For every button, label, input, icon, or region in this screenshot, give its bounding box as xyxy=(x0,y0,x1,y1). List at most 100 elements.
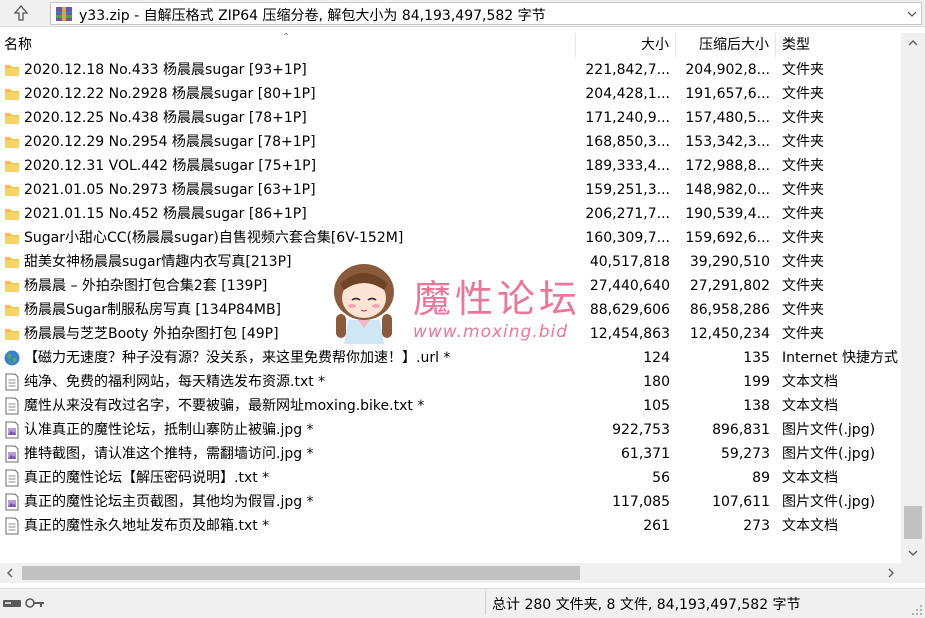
up-folder-button[interactable] xyxy=(4,2,38,24)
folder-icon xyxy=(3,181,21,199)
file-row[interactable]: 2020.12.29 No.2954 杨晨晨sugar [78+1P] 168,8… xyxy=(0,130,900,154)
vertical-scrollbar[interactable] xyxy=(901,33,925,563)
image-file-icon xyxy=(3,445,21,463)
drive-key-icon xyxy=(3,598,44,608)
file-packed-size: 157,480,5... xyxy=(685,110,770,126)
file-type: 文本文档 xyxy=(782,470,838,486)
file-type: 文件夹 xyxy=(782,302,824,318)
file-row[interactable]: Sugar小甜心CC(杨晨晨sugar)自售视频六套合集[6V-152M] 160… xyxy=(0,226,900,250)
file-packed-size: 148,982,0... xyxy=(685,182,770,198)
file-row[interactable]: 魔性从来没有改过名字，不要被骗，最新网址moxing.bike.txt * 105… xyxy=(0,394,900,418)
file-type: 文件夹 xyxy=(782,182,824,198)
column-name-label: 名称 xyxy=(4,37,32,53)
file-row[interactable]: 杨晨晨 – 外拍杂图打包合集2套 [139P] 27,440,640 27,291,… xyxy=(0,274,900,298)
file-size: 180 xyxy=(643,374,670,390)
file-size: 206,271,7... xyxy=(585,206,670,222)
resize-grip-icon[interactable] xyxy=(911,604,923,616)
file-size: 27,440,640 xyxy=(589,278,670,294)
file-row[interactable]: 2021.01.05 No.2973 杨晨晨sugar [63+1P] 159,2… xyxy=(0,178,900,202)
horizontal-scroll-thumb[interactable] xyxy=(22,566,580,580)
image-file-icon xyxy=(3,421,21,439)
horizontal-scrollbar[interactable] xyxy=(0,563,901,583)
scrollbar-corner xyxy=(901,563,925,583)
scroll-up-button[interactable] xyxy=(901,33,925,53)
vertical-scroll-thumb[interactable] xyxy=(904,506,922,539)
file-type: 文本文档 xyxy=(782,374,838,390)
file-row[interactable]: 2020.12.22 No.2928 杨晨晨sugar [80+1P] 204,4… xyxy=(0,82,900,106)
file-packed-size: 273 xyxy=(743,518,770,534)
file-name: 2021.01.05 No.2973 杨晨晨sugar [63+1P] xyxy=(24,182,316,198)
file-type: 图片文件(.jpg) xyxy=(782,446,876,462)
file-name: 2020.12.31 VOL.442 杨晨晨sugar [75+1P] xyxy=(24,158,317,174)
archive-icon xyxy=(56,7,72,21)
file-name: 2020.12.29 No.2954 杨晨晨sugar [78+1P] xyxy=(24,134,316,150)
column-name[interactable]: 名称 ⌃ xyxy=(0,33,576,57)
file-packed-size: 191,657,6... xyxy=(685,86,770,102)
file-packed-size: 159,692,6... xyxy=(685,230,770,246)
text-file-icon xyxy=(3,517,21,535)
file-name: 2020.12.22 No.2928 杨晨晨sugar [80+1P] xyxy=(24,86,316,102)
file-row[interactable]: 认准真正的魔性论坛，抵制山寨防止被骗.jpg * 922,753 896,831 图片… xyxy=(0,418,900,442)
file-row[interactable]: 杨晨晨与芝芝Booty 外拍杂图打包 [49P] 12,454,863 12,450… xyxy=(0,322,900,346)
address-field[interactable]: y33.zip - 自解压格式 ZIP64 压缩分卷, 解包大小为 84,193… xyxy=(50,2,922,25)
file-name: 认准真正的魔性论坛，抵制山寨防止被骗.jpg * xyxy=(24,422,314,438)
text-file-icon xyxy=(3,373,21,391)
file-name: 2020.12.18 No.433 杨晨晨sugar [93+1P] xyxy=(24,62,307,78)
file-type: 文件夹 xyxy=(782,110,824,126)
file-name: 真正的魔性论坛【解压密码说明】.txt * xyxy=(24,470,270,486)
chevron-down-icon[interactable] xyxy=(907,9,917,19)
status-bar: 总计 280 文件夹, 8 文件, 84,193,497,582 字节 xyxy=(0,588,925,618)
file-size: 56 xyxy=(652,470,670,486)
file-packed-size: 199 xyxy=(743,374,770,390)
file-name: 2020.12.25 No.438 杨晨晨sugar [78+1P] xyxy=(24,110,307,126)
column-size[interactable]: 大小 xyxy=(576,33,676,57)
file-packed-size: 39,290,510 xyxy=(689,254,770,270)
file-packed-size: 27,291,802 xyxy=(689,278,770,294)
folder-icon xyxy=(3,133,21,151)
column-header: 名称 ⌃ 大小 压缩后大小 类型 xyxy=(0,33,900,57)
scroll-right-button[interactable] xyxy=(881,563,901,583)
sort-ascending-icon: ⌃ xyxy=(282,32,291,43)
scroll-left-button[interactable] xyxy=(0,563,20,583)
text-file-icon xyxy=(3,469,21,487)
file-row[interactable]: 杨晨晨Sugar制服私房写真 [134P84MB] 88,629,606 86,95… xyxy=(0,298,900,322)
file-row[interactable]: 2020.12.31 VOL.442 杨晨晨sugar [75+1P] 189,3… xyxy=(0,154,900,178)
file-size: 261 xyxy=(643,518,670,534)
file-type: 文本文档 xyxy=(782,398,838,414)
column-packed-size-label: 压缩后大小 xyxy=(699,37,769,53)
file-row[interactable]: 2020.12.25 No.438 杨晨晨sugar [78+1P] 171,24… xyxy=(0,106,900,130)
file-row[interactable]: 推特截图，请认准这个推特，需翻墙访问.jpg * 61,371 59,273 图片文件… xyxy=(0,442,900,466)
file-row[interactable]: 2021.01.15 No.452 杨晨晨sugar [86+1P] 206,27… xyxy=(0,202,900,226)
file-type: 图片文件(.jpg) xyxy=(782,422,876,438)
file-size: 168,850,3... xyxy=(585,134,670,150)
file-row[interactable]: 甜美女神杨晨晨sugar情趣内衣写真[213P] 40,517,818 39,290… xyxy=(0,250,900,274)
column-type[interactable]: 类型 xyxy=(776,33,900,57)
folder-icon xyxy=(3,157,21,175)
status-summary: 总计 280 文件夹, 8 文件, 84,193,497,582 字节 xyxy=(492,597,801,613)
status-separator xyxy=(485,591,486,615)
scroll-down-button[interactable] xyxy=(901,543,925,563)
file-row[interactable]: 真正的魔性论坛主页截图，其他均为假冒.jpg * 117,085 107,611 图片… xyxy=(0,490,900,514)
file-row[interactable]: 真正的魔性永久地址发布页及邮箱.txt * 261 273 文本文档 xyxy=(0,514,900,538)
file-type: 文件夹 xyxy=(782,134,824,150)
file-row[interactable]: 真正的魔性论坛【解压密码说明】.txt * 56 89 文本文档 xyxy=(0,466,900,490)
folder-icon xyxy=(3,229,21,247)
file-size: 189,333,4... xyxy=(585,158,670,174)
column-packed-size[interactable]: 压缩后大小 xyxy=(676,33,776,57)
file-row[interactable]: 【磁力无速度？种子没有源？没关系，来这里免费帮你加速！】.url * 124 135… xyxy=(0,346,900,370)
folder-icon xyxy=(3,325,21,343)
folder-icon xyxy=(3,301,21,319)
file-row[interactable]: 2020.12.18 No.433 杨晨晨sugar [93+1P] 221,84… xyxy=(0,58,900,82)
file-name: Sugar小甜心CC(杨晨晨sugar)自售视频六套合集[6V-152M] xyxy=(24,230,404,246)
file-packed-size: 89 xyxy=(752,470,770,486)
file-type: 文件夹 xyxy=(782,254,824,270)
chevron-down-icon xyxy=(908,550,918,556)
file-size: 221,842,7... xyxy=(585,62,670,78)
file-name: 魔性从来没有改过名字，不要被骗，最新网址moxing.bike.txt * xyxy=(24,398,425,414)
file-packed-size: 107,611 xyxy=(712,494,770,510)
file-row[interactable]: 纯净、免费的福利网站，每天精选发布资源.txt * 180 199 文本文档 xyxy=(0,370,900,394)
folder-icon xyxy=(3,85,21,103)
file-size: 105 xyxy=(643,398,670,414)
chevron-right-icon xyxy=(888,568,894,578)
address-bar: y33.zip - 自解压格式 ZIP64 压缩分卷, 解包大小为 84,193… xyxy=(0,0,925,27)
